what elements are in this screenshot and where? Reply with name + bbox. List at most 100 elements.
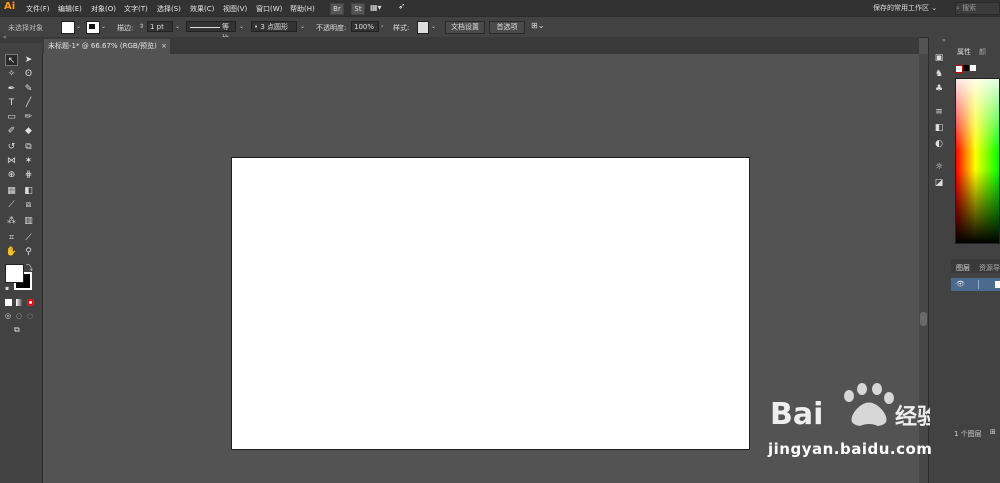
bridge-button[interactable]: Br xyxy=(330,3,344,15)
artboard[interactable] xyxy=(231,157,750,450)
gradient-tool-icon[interactable]: ◧ xyxy=(22,185,35,197)
document-tab-strip xyxy=(42,37,919,54)
menu-object[interactable]: 对象(O) xyxy=(91,4,116,14)
brush-definition[interactable]: • 3 点圆形 xyxy=(251,21,297,32)
dock-collapse-icon[interactable]: » xyxy=(942,37,946,44)
symbol-sprayer-tool-icon[interactable]: ⁂ xyxy=(5,215,18,227)
menu-select[interactable]: 选择(S) xyxy=(157,4,181,14)
layers-tab[interactable]: 图层 xyxy=(956,263,970,273)
libraries-icon[interactable]: ▣ xyxy=(932,52,946,64)
appearance-icon[interactable]: ☼ xyxy=(932,161,946,173)
stock-button[interactable]: St xyxy=(351,3,365,15)
menu-window[interactable]: 窗口(W) xyxy=(256,4,282,14)
white-swatch[interactable] xyxy=(970,65,976,71)
opacity-label: 不透明度: xyxy=(316,24,347,32)
screen-mode-icon[interactable]: ⧉ xyxy=(14,325,20,335)
type-tool-icon[interactable]: T xyxy=(5,97,18,109)
rotate-tool-icon[interactable]: ↺ xyxy=(5,141,18,153)
blend-tool-icon[interactable]: ⧈ xyxy=(22,199,35,211)
stroke-label: 描边: xyxy=(117,24,134,32)
menu-edit[interactable]: 编辑(E) xyxy=(58,4,82,14)
stroke-weight-input[interactable]: 1 pt xyxy=(147,21,173,32)
shaper-tool-icon[interactable]: ✐ xyxy=(5,125,18,137)
visibility-eye-icon[interactable]: 👁 xyxy=(956,280,965,288)
opacity-input[interactable]: 100% xyxy=(351,21,379,32)
preferences-button[interactable]: 首选项 xyxy=(489,21,525,34)
club-icon[interactable]: ♣ xyxy=(932,83,946,95)
variable-width-profile[interactable]: 等比 xyxy=(186,21,236,42)
width-tool-icon[interactable]: ⋈ xyxy=(5,155,18,167)
search-input[interactable]: ⌕ 搜索 xyxy=(955,2,1000,15)
fill-dropdown-icon[interactable]: ⌄ xyxy=(76,23,81,30)
graphic-styles-icon[interactable]: ◪ xyxy=(932,177,946,189)
rocket-icon[interactable]: ➶ xyxy=(398,2,406,12)
menu-file[interactable]: 文件(F) xyxy=(26,4,50,14)
menu-type[interactable]: 文字(T) xyxy=(124,4,148,14)
menu-help[interactable]: 帮助(H) xyxy=(290,4,315,14)
color-mode-icon[interactable] xyxy=(5,299,12,306)
brush-dropdown-icon[interactable]: ⌄ xyxy=(300,23,305,30)
mesh-tool-icon[interactable]: ▦ xyxy=(5,185,18,197)
profile-dropdown-icon[interactable]: ⌄ xyxy=(239,23,244,30)
document-setup-button[interactable]: 文档设置 xyxy=(445,21,485,34)
draw-behind-icon[interactable]: ◌ xyxy=(16,312,22,320)
transparency-icon[interactable]: ◐ xyxy=(932,138,946,150)
layers-menu-icon[interactable]: ⊞ xyxy=(990,428,996,436)
eraser-tool-icon[interactable]: ◆ xyxy=(22,125,35,137)
arrange-documents-icon[interactable]: ▦▾ xyxy=(370,3,382,12)
layer-row[interactable]: 👁 xyxy=(951,278,1000,291)
watermark-jingyan-text: 经验 xyxy=(895,404,930,430)
none-swatch[interactable] xyxy=(955,65,963,73)
style-dropdown-icon[interactable]: ⌄ xyxy=(431,23,436,30)
scrollbar-thumb[interactable] xyxy=(920,312,927,326)
curvature-tool-icon[interactable]: ✎ xyxy=(22,83,35,95)
pen-tool-icon[interactable]: ✒ xyxy=(5,83,18,95)
draw-inside-icon[interactable]: ○ xyxy=(27,312,33,320)
artboard-tool-icon[interactable]: ⌗ xyxy=(5,232,18,244)
eyedropper-tool-icon[interactable]: ⟋ xyxy=(5,199,18,211)
black-swatch[interactable] xyxy=(963,65,969,71)
direct-selection-tool-icon[interactable]: ➤ xyxy=(22,54,35,66)
slice-tool-icon[interactable]: ⟋ xyxy=(22,232,35,244)
scale-tool-icon[interactable]: ⧉ xyxy=(22,141,35,153)
arrange-icon[interactable]: ⊞⌄ xyxy=(531,21,544,30)
puppet-warp-tool-icon[interactable]: ✶ xyxy=(22,155,35,167)
default-colors-icon[interactable]: ▪ xyxy=(5,285,9,292)
selection-tool-icon[interactable]: ↖ xyxy=(5,54,18,66)
zoom-tool-icon[interactable]: ⚲ xyxy=(22,246,35,258)
none-mode-icon[interactable] xyxy=(27,299,34,306)
stroke-dropdown-icon[interactable]: ⌄ xyxy=(101,23,106,30)
color-spectrum[interactable] xyxy=(955,78,1000,244)
fill-color-box[interactable] xyxy=(5,264,24,283)
shape-builder-tool-icon[interactable]: ⊕ xyxy=(5,169,18,181)
line-tool-icon[interactable]: ╱ xyxy=(22,97,35,109)
graphic-style-swatch[interactable] xyxy=(417,21,429,34)
draw-normal-icon[interactable]: ◎ xyxy=(5,312,11,320)
symbols-icon[interactable]: ♞ xyxy=(932,68,946,80)
gradient-mode-icon[interactable] xyxy=(16,299,23,306)
document-tab[interactable]: 未标题-1* @ 66.67% (RGB/预览) × xyxy=(44,39,170,54)
perspective-grid-tool-icon[interactable]: ⋕ xyxy=(22,169,35,181)
magic-wand-tool-icon[interactable]: ✧ xyxy=(5,68,18,80)
stroke-stepper-icon[interactable]: ⇕ xyxy=(139,23,144,30)
menu-view[interactable]: 视图(V) xyxy=(223,4,247,14)
menu-effect[interactable]: 效果(C) xyxy=(190,4,214,14)
opacity-dropdown-icon[interactable]: › xyxy=(381,23,383,30)
lasso-tool-icon[interactable]: ʘ xyxy=(22,68,35,80)
paintbrush-tool-icon[interactable]: ✏ xyxy=(22,111,35,123)
panel-tab-truncated[interactable]: 颜 xyxy=(979,47,986,57)
close-icon[interactable]: × xyxy=(161,39,167,53)
collapse-icon[interactable]: « xyxy=(3,34,7,41)
workspace-switcher[interactable]: 保存的常用工作区 ⌄ xyxy=(873,3,937,13)
rectangle-tool-icon[interactable]: ▭ xyxy=(5,111,18,123)
fill-swatch[interactable] xyxy=(61,21,75,34)
watermark-url: jingyan.baidu.com xyxy=(768,440,933,458)
hand-tool-icon[interactable]: ✋ xyxy=(5,246,18,258)
gradient-panel-icon[interactable]: ◧ xyxy=(932,122,946,134)
stroke-swatch[interactable] xyxy=(86,21,100,34)
column-graph-tool-icon[interactable]: ▥ xyxy=(22,215,35,227)
properties-tab[interactable]: 属性 xyxy=(957,47,971,57)
stroke-panel-icon[interactable]: ≡ xyxy=(932,106,946,118)
stroke-weight-dropdown-icon[interactable]: ⌄ xyxy=(175,23,180,30)
asset-export-tab[interactable]: 资源导出 xyxy=(979,263,1000,273)
